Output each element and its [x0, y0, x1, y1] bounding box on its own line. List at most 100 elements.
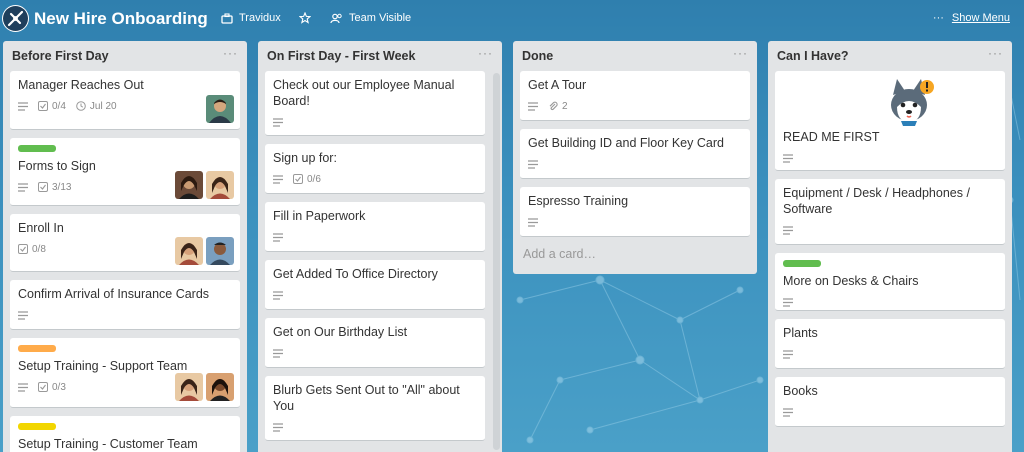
- green-label: [783, 260, 821, 267]
- card-books[interactable]: Books: [775, 377, 1005, 427]
- description-icon: [273, 422, 283, 432]
- card-espresso-training[interactable]: Espresso Training: [520, 187, 750, 237]
- yellow-label: [18, 423, 56, 430]
- card-title: READ ME FIRST: [783, 130, 880, 144]
- description-icon: [273, 174, 283, 184]
- description-icon: [528, 217, 538, 227]
- card-forms-to-sign[interactable]: Forms to Sign 3/13: [10, 138, 240, 206]
- description-icon: [528, 159, 538, 169]
- card-blurb-sent-out[interactable]: Blurb Gets Sent Out to "All" about You: [265, 376, 485, 441]
- list-menu-icon[interactable]: ···: [478, 47, 493, 71]
- checkbox-icon: [293, 174, 303, 184]
- avatar[interactable]: [175, 237, 203, 265]
- card-title: More on Desks & Chairs: [783, 274, 919, 288]
- avatar[interactable]: [206, 237, 234, 265]
- description-icon: [528, 101, 538, 111]
- checkbox-icon: [18, 244, 28, 254]
- description-icon: [18, 310, 28, 320]
- due-date-badge: Jul 20: [76, 101, 117, 112]
- avatar[interactable]: [206, 171, 234, 199]
- show-menu-label: Show Menu: [951, 12, 1010, 24]
- card-read-me-first[interactable]: READ ME FIRST: [775, 71, 1005, 171]
- description-icon: [18, 101, 28, 111]
- list-title[interactable]: On First Day - First Week: [267, 49, 415, 71]
- list-title[interactable]: Before First Day: [12, 49, 109, 71]
- checklist-badge: 0/6: [293, 174, 321, 185]
- list-menu-icon[interactable]: ···: [988, 47, 1003, 71]
- card-fill-in-paperwork[interactable]: Fill in Paperwork: [265, 202, 485, 252]
- card-title: Setup Training - Customer Team: [18, 437, 198, 451]
- card-title: Fill in Paperwork: [273, 209, 366, 223]
- card-equipment[interactable]: Equipment / Desk / Headphones / Software: [775, 179, 1005, 245]
- clock-icon: [76, 101, 86, 111]
- board-title[interactable]: New Hire Onboarding: [34, 9, 208, 29]
- description-icon: [783, 225, 793, 235]
- card-title: Espresso Training: [528, 194, 629, 208]
- star-button[interactable]: [299, 12, 311, 24]
- description-icon: [783, 153, 793, 163]
- card-title: Equipment / Desk / Headphones / Software: [783, 186, 970, 216]
- card-title: Blurb Gets Sent Out to "All" about You: [273, 383, 460, 413]
- card-employee-manual[interactable]: Check out our Employee Manual Board!: [265, 71, 485, 136]
- card-title: Plants: [783, 326, 818, 340]
- list-can-i-have: Can I Have? ··· READ ME FIRST Equipment …: [768, 41, 1012, 452]
- list-menu-icon[interactable]: ···: [223, 47, 238, 71]
- team-name: Travidux: [239, 12, 281, 24]
- avatar[interactable]: [206, 373, 234, 401]
- team-button[interactable]: Travidux: [221, 12, 281, 24]
- card-sign-up-for[interactable]: Sign up for: 0/6: [265, 144, 485, 194]
- add-card-button[interactable]: Add a card…: [513, 245, 757, 263]
- show-menu-button[interactable]: ··· Show Menu: [933, 12, 1010, 24]
- avatar[interactable]: [206, 95, 234, 123]
- description-icon: [18, 182, 28, 192]
- card-manager-reaches-out[interactable]: Manager Reaches Out 0/4 Jul 20: [10, 71, 240, 130]
- list-title[interactable]: Done: [522, 49, 553, 71]
- card-enroll-in[interactable]: Enroll In 0/8: [10, 214, 240, 272]
- list-menu-icon[interactable]: ···: [733, 47, 748, 71]
- team-visible-icon: [330, 13, 342, 23]
- avatar[interactable]: [175, 171, 203, 199]
- husky-mascot-icon: [891, 79, 934, 126]
- description-icon: [783, 297, 793, 307]
- board-logo[interactable]: [2, 5, 29, 32]
- card-title: Check out our Employee Manual Board!: [273, 78, 455, 108]
- checklist-badge: 0/3: [38, 382, 66, 393]
- orange-label: [18, 345, 56, 352]
- card-office-directory[interactable]: Get Added To Office Directory: [265, 260, 485, 310]
- star-icon: [299, 12, 311, 24]
- avatar[interactable]: [175, 373, 203, 401]
- description-icon: [273, 348, 283, 358]
- list-title[interactable]: Can I Have?: [777, 49, 849, 71]
- card-confirm-insurance[interactable]: Confirm Arrival of Insurance Cards: [10, 280, 240, 330]
- card-title: Enroll In: [18, 221, 64, 235]
- list-done: Done ··· Get A Tour 2 Get Building ID an…: [513, 41, 757, 274]
- card-title: Manager Reaches Out: [18, 78, 144, 92]
- checkbox-icon: [38, 182, 48, 192]
- checkbox-icon: [38, 101, 48, 111]
- visibility-label: Team Visible: [349, 12, 412, 24]
- card-title: Get A Tour: [528, 78, 587, 92]
- description-icon: [18, 382, 28, 392]
- green-label: [18, 145, 56, 152]
- description-icon: [273, 290, 283, 300]
- card-title: Get on Our Birthday List: [273, 325, 408, 339]
- card-setup-training-support[interactable]: Setup Training - Support Team 0/3: [10, 338, 240, 408]
- card-title: Setup Training - Support Team: [18, 359, 188, 373]
- card-building-id[interactable]: Get Building ID and Floor Key Card: [520, 129, 750, 179]
- paperclip-icon: [549, 101, 558, 111]
- card-get-a-tour[interactable]: Get A Tour 2: [520, 71, 750, 121]
- checklist-badge: 0/4: [38, 101, 66, 112]
- briefcase-icon: [221, 12, 233, 24]
- checklist-badge: 0/8: [18, 244, 46, 255]
- ellipsis-icon: ···: [932, 12, 944, 24]
- visibility-button[interactable]: Team Visible: [330, 12, 411, 24]
- card-plants[interactable]: Plants: [775, 319, 1005, 369]
- card-desks-chairs[interactable]: More on Desks & Chairs: [775, 253, 1005, 311]
- card-setup-training-customer[interactable]: Setup Training - Customer Team: [10, 416, 240, 452]
- rocket-logo-icon: [3, 6, 28, 31]
- card-title: Get Added To Office Directory: [273, 267, 438, 281]
- checklist-badge: 3/13: [38, 182, 71, 193]
- checkbox-icon: [38, 382, 48, 392]
- card-birthday-list[interactable]: Get on Our Birthday List: [265, 318, 485, 368]
- card-title: Confirm Arrival of Insurance Cards: [18, 287, 210, 301]
